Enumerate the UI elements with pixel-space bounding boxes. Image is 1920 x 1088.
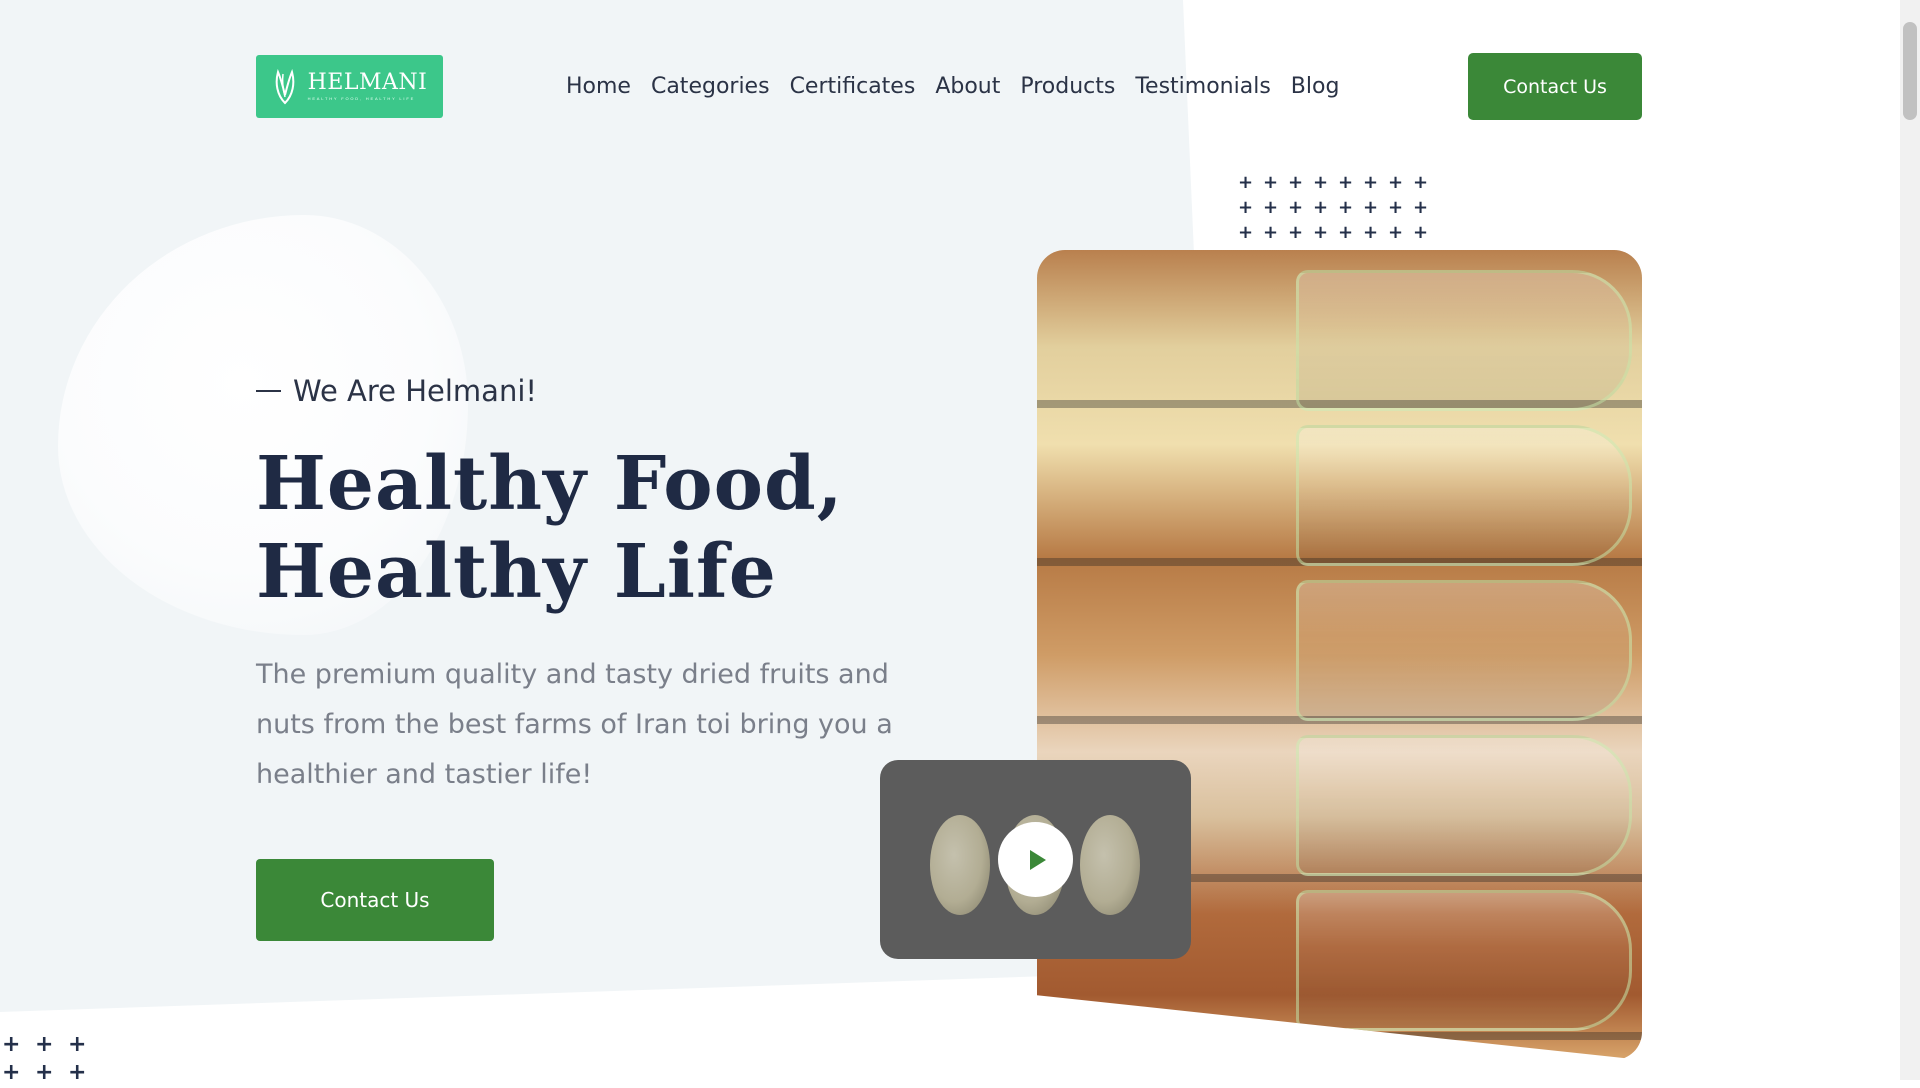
pistachio-image bbox=[930, 815, 990, 915]
plus-icon: + bbox=[1413, 172, 1429, 193]
plus-icon: + bbox=[1363, 197, 1379, 218]
plus-icon: + bbox=[1388, 197, 1404, 218]
plus-icon: + bbox=[1263, 172, 1279, 193]
hero-description: The premium quality and tasty dried frui… bbox=[256, 659, 893, 790]
nav-item-blog[interactable]: Blog bbox=[1291, 74, 1340, 99]
plus-icon: + bbox=[1338, 222, 1354, 243]
nav-item-categories[interactable]: Categories bbox=[651, 74, 770, 99]
glass-jar bbox=[1296, 270, 1632, 411]
hero-tagline: We Are Helmani! bbox=[256, 374, 537, 408]
glass-jar bbox=[1296, 890, 1632, 1031]
plus-icon: + bbox=[35, 1060, 54, 1085]
hero-contact-button[interactable]: Contact Us bbox=[256, 859, 494, 941]
page-scrollbar[interactable] bbox=[1900, 0, 1920, 1080]
plus-icon: + bbox=[1388, 172, 1404, 193]
plus-icon: + bbox=[1313, 172, 1329, 193]
plus-icon: + bbox=[1313, 222, 1329, 243]
headline-line-1: Healthy Food, bbox=[256, 441, 844, 527]
plus-icon: + bbox=[1338, 172, 1354, 193]
header-contact-button[interactable]: Contact Us bbox=[1468, 53, 1642, 120]
glass-jar bbox=[1296, 735, 1632, 876]
plus-icon: + bbox=[1363, 172, 1379, 193]
plus-icon: + bbox=[1263, 197, 1279, 218]
nav-item-home[interactable]: Home bbox=[566, 74, 631, 99]
tagline-text: We Are Helmani! bbox=[293, 374, 538, 408]
scrollbar-thumb[interactable] bbox=[1903, 22, 1917, 120]
logo[interactable]: HELMANI HEALTHY FOOD, HEALTHY LIFE bbox=[256, 55, 443, 118]
decorative-plus-grid-top: + + + + + + + + + + + + + + + + + + + + + + + + bbox=[1238, 172, 1438, 247]
plus-icon: + bbox=[1413, 222, 1429, 243]
glass-jar bbox=[1296, 425, 1632, 566]
plus-icon: + bbox=[1288, 197, 1304, 218]
logo-name: HELMANI bbox=[307, 70, 428, 95]
nav-item-testimonials[interactable]: Testimonials bbox=[1135, 74, 1270, 99]
plus-icon: + bbox=[1313, 197, 1329, 218]
nav-item-about[interactable]: About bbox=[935, 74, 1000, 99]
plus-icon: + bbox=[2, 1060, 21, 1085]
plus-icon: + bbox=[1238, 197, 1254, 218]
nav-item-products[interactable]: Products bbox=[1020, 74, 1115, 99]
pistachio-image bbox=[1080, 815, 1140, 915]
tagline-dash bbox=[256, 390, 281, 392]
plus-icon: + bbox=[1263, 222, 1279, 243]
plus-icon: + bbox=[1238, 222, 1254, 243]
plus-icon: + bbox=[1288, 222, 1304, 243]
plus-icon: + bbox=[68, 1032, 87, 1057]
plus-icon: + bbox=[1288, 172, 1304, 193]
plus-icon: + bbox=[1388, 222, 1404, 243]
plus-icon: + bbox=[1363, 222, 1379, 243]
main-nav: Home Categories Certificates About Produ… bbox=[566, 70, 1339, 102]
plus-icon: + bbox=[68, 1060, 87, 1085]
plus-icon: + bbox=[1238, 172, 1254, 193]
play-button[interactable] bbox=[998, 822, 1073, 897]
plus-icon: + bbox=[1338, 197, 1354, 218]
glass-jar bbox=[1296, 580, 1632, 721]
plus-icon: + bbox=[2, 1032, 21, 1057]
headline-line-2: Healthy Life bbox=[256, 529, 777, 615]
logo-leaf-icon bbox=[275, 68, 294, 104]
logo-tagline: HEALTHY FOOD, HEALTHY LIFE bbox=[307, 96, 416, 101]
logo-text: HELMANI HEALTHY FOOD, HEALTHY LIFE bbox=[308, 72, 428, 101]
hero-headline: Healthy Food, Healthy Life bbox=[256, 440, 844, 616]
plus-icon: + bbox=[1413, 197, 1429, 218]
plus-icon: + bbox=[35, 1032, 54, 1057]
video-thumbnail[interactable] bbox=[880, 760, 1191, 959]
play-icon bbox=[1029, 849, 1046, 870]
nav-item-certificates[interactable]: Certificates bbox=[790, 74, 916, 99]
